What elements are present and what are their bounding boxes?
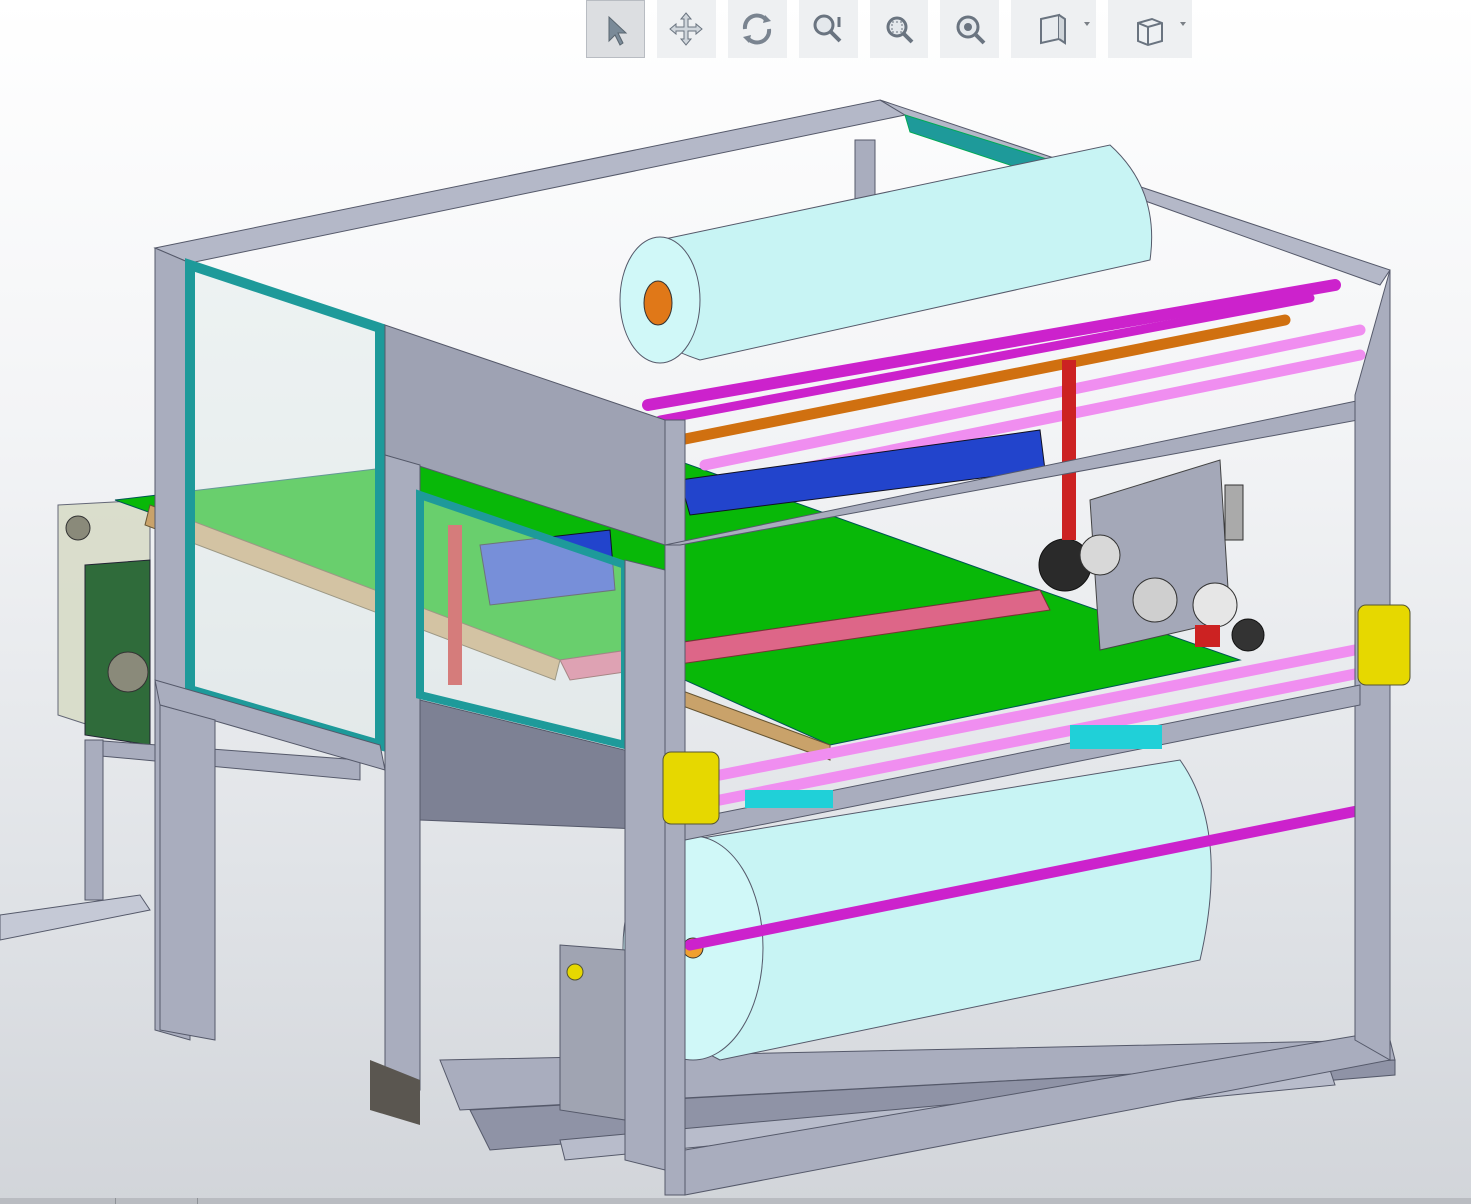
machine-assembly-model xyxy=(0,99,1411,1196)
rotate-view-icon xyxy=(743,13,772,45)
zoom-fit-icon xyxy=(956,15,986,45)
chevron-down-icon[interactable] xyxy=(1180,22,1187,26)
zoom-dynamic-button[interactable] xyxy=(798,0,858,58)
section-view-icon xyxy=(1040,13,1067,45)
pan-move-icon xyxy=(669,12,704,46)
rotate-tool-button[interactable] xyxy=(727,0,787,58)
select-tool-button[interactable] xyxy=(586,0,645,58)
zoom-window-icon xyxy=(886,16,914,44)
view-orientation-cube-icon xyxy=(1136,17,1163,47)
chevron-down-icon[interactable] xyxy=(1083,22,1090,26)
view-orientation-button[interactable] xyxy=(1107,0,1193,58)
pan-tool-button[interactable] xyxy=(656,0,716,58)
zoom-dynamic-icon xyxy=(813,14,842,43)
select-arrow-icon xyxy=(608,15,628,46)
zoom-fit-button[interactable] xyxy=(940,0,1000,58)
status-bar xyxy=(0,1198,1471,1204)
zoom-window-button[interactable] xyxy=(869,0,929,58)
cad-3d-viewport[interactable] xyxy=(0,0,1471,1204)
view-toolbar xyxy=(586,0,1204,58)
section-view-button[interactable] xyxy=(1011,0,1096,58)
